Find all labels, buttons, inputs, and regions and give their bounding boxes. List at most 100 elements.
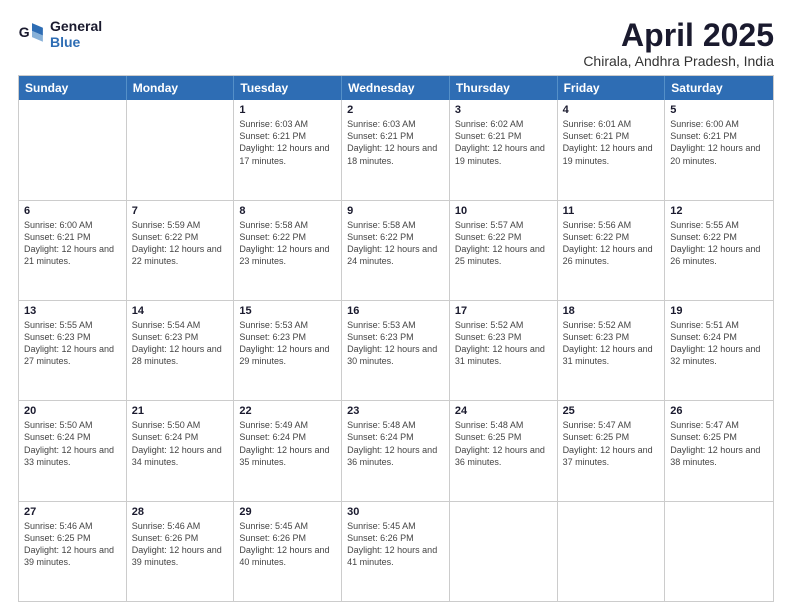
cal-week-2: 13 Sunrise: 5:55 AM Sunset: 6:23 PM Dayli… [19,300,773,400]
cell-info: Sunrise: 5:46 AM Sunset: 6:25 PM Dayligh… [24,520,121,569]
main-title: April 2025 [583,18,774,53]
day-number: 8 [239,205,336,217]
cal-cell [558,502,666,601]
cal-cell: 20 Sunrise: 5:50 AM Sunset: 6:24 PM Dayli… [19,401,127,500]
cal-cell: 3Sunrise: 6:02 AM Sunset: 6:21 PM Daylig… [450,100,558,199]
cal-cell: 29 Sunrise: 5:45 AM Sunset: 6:26 PM Dayli… [234,502,342,601]
cell-info: Sunrise: 5:58 AM Sunset: 6:22 PM Dayligh… [347,219,444,268]
cal-cell: 10Sunrise: 5:57 AM Sunset: 6:22 PM Dayli… [450,201,558,300]
day-number: 17 [455,305,552,317]
cal-cell: 14Sunrise: 5:54 AM Sunset: 6:23 PM Dayli… [127,301,235,400]
cal-header-tuesday: Tuesday [234,76,342,100]
cal-week-3: 20 Sunrise: 5:50 AM Sunset: 6:24 PM Dayli… [19,400,773,500]
cell-info: Sunrise: 5:55 AM Sunset: 6:22 PM Dayligh… [670,219,768,268]
cell-info: Sunrise: 5:48 AM Sunset: 6:24 PM Dayligh… [347,419,444,468]
subtitle: Chirala, Andhra Pradesh, India [583,53,774,69]
calendar-body: 1 Sunrise: 6:03 AM Sunset: 6:21 PM Daylig… [19,100,773,601]
cal-cell: 12 Sunrise: 5:55 AM Sunset: 6:22 PM Dayli… [665,201,773,300]
cal-cell: 8 Sunrise: 5:58 AM Sunset: 6:22 PM Daylig… [234,201,342,300]
day-number: 29 [239,506,336,518]
day-number: 5 [670,104,768,116]
cell-info: Sunrise: 6:03 AM Sunset: 6:21 PM Dayligh… [239,118,336,167]
page: G General Blue April 2025 Chirala, Andhr… [0,0,792,612]
day-number: 13 [24,305,121,317]
cell-info: Sunrise: 5:54 AM Sunset: 6:23 PM Dayligh… [132,319,229,368]
cell-info: Sunrise: 5:46 AM Sunset: 6:26 PM Dayligh… [132,520,229,569]
day-number: 9 [347,205,444,217]
cal-cell: 28Sunrise: 5:46 AM Sunset: 6:26 PM Dayli… [127,502,235,601]
cal-cell: 7Sunrise: 5:59 AM Sunset: 6:22 PM Daylig… [127,201,235,300]
cal-cell: 9 Sunrise: 5:58 AM Sunset: 6:22 PM Daylig… [342,201,450,300]
cell-info: Sunrise: 6:01 AM Sunset: 6:21 PM Dayligh… [563,118,660,167]
cal-cell: 5 Sunrise: 6:00 AM Sunset: 6:21 PM Daylig… [665,100,773,199]
cal-header-wednesday: Wednesday [342,76,450,100]
cal-cell: 25Sunrise: 5:47 AM Sunset: 6:25 PM Dayli… [558,401,666,500]
cal-cell: 30 Sunrise: 5:45 AM Sunset: 6:26 PM Dayli… [342,502,450,601]
cal-cell: 15 Sunrise: 5:53 AM Sunset: 6:23 PM Dayli… [234,301,342,400]
cal-cell: 22Sunrise: 5:49 AM Sunset: 6:24 PM Dayli… [234,401,342,500]
cal-header-sunday: Sunday [19,76,127,100]
cell-info: Sunrise: 5:47 AM Sunset: 6:25 PM Dayligh… [563,419,660,468]
day-number: 7 [132,205,229,217]
cell-info: Sunrise: 6:00 AM Sunset: 6:21 PM Dayligh… [670,118,768,167]
cal-cell: 23Sunrise: 5:48 AM Sunset: 6:24 PM Dayli… [342,401,450,500]
day-number: 10 [455,205,552,217]
cal-cell: 13 Sunrise: 5:55 AM Sunset: 6:23 PM Dayli… [19,301,127,400]
cal-cell: 17 Sunrise: 5:52 AM Sunset: 6:23 PM Dayli… [450,301,558,400]
cal-cell: 19 Sunrise: 5:51 AM Sunset: 6:24 PM Dayli… [665,301,773,400]
day-number: 1 [239,104,336,116]
day-number: 4 [563,104,660,116]
cell-info: Sunrise: 5:55 AM Sunset: 6:23 PM Dayligh… [24,319,121,368]
cal-week-4: 27Sunrise: 5:46 AM Sunset: 6:25 PM Dayli… [19,501,773,601]
cal-cell: 6 Sunrise: 6:00 AM Sunset: 6:21 PM Daylig… [19,201,127,300]
day-number: 11 [563,205,660,217]
day-number: 19 [670,305,768,317]
svg-text:G: G [19,24,30,40]
day-number: 6 [24,205,121,217]
calendar-header-row: SundayMondayTuesdayWednesdayThursdayFrid… [19,76,773,100]
cal-week-1: 6 Sunrise: 6:00 AM Sunset: 6:21 PM Daylig… [19,200,773,300]
cell-info: Sunrise: 5:45 AM Sunset: 6:26 PM Dayligh… [347,520,444,569]
header: G General Blue April 2025 Chirala, Andhr… [18,18,774,69]
cal-cell [127,100,235,199]
cal-cell: 26 Sunrise: 5:47 AM Sunset: 6:25 PM Dayli… [665,401,773,500]
cal-cell: 21 Sunrise: 5:50 AM Sunset: 6:24 PM Dayli… [127,401,235,500]
cell-info: Sunrise: 5:51 AM Sunset: 6:24 PM Dayligh… [670,319,768,368]
day-number: 18 [563,305,660,317]
cal-header-friday: Friday [558,76,666,100]
logo-text: General Blue [50,18,102,50]
cell-info: Sunrise: 6:03 AM Sunset: 6:21 PM Dayligh… [347,118,444,167]
calendar: SundayMondayTuesdayWednesdayThursdayFrid… [18,75,774,602]
day-number: 20 [24,405,121,417]
day-number: 16 [347,305,444,317]
cell-info: Sunrise: 5:45 AM Sunset: 6:26 PM Dayligh… [239,520,336,569]
cal-cell: 27Sunrise: 5:46 AM Sunset: 6:25 PM Dayli… [19,502,127,601]
cell-info: Sunrise: 6:00 AM Sunset: 6:21 PM Dayligh… [24,219,121,268]
day-number: 2 [347,104,444,116]
cell-info: Sunrise: 5:50 AM Sunset: 6:24 PM Dayligh… [24,419,121,468]
title-block: April 2025 Chirala, Andhra Pradesh, Indi… [583,18,774,69]
cal-header-saturday: Saturday [665,76,773,100]
day-number: 24 [455,405,552,417]
day-number: 15 [239,305,336,317]
day-number: 26 [670,405,768,417]
day-number: 30 [347,506,444,518]
cal-cell [19,100,127,199]
day-number: 21 [132,405,229,417]
cell-info: Sunrise: 5:53 AM Sunset: 6:23 PM Dayligh… [347,319,444,368]
logo: G General Blue [18,18,102,50]
cal-cell: 2 Sunrise: 6:03 AM Sunset: 6:21 PM Daylig… [342,100,450,199]
cal-cell: 1 Sunrise: 6:03 AM Sunset: 6:21 PM Daylig… [234,100,342,199]
cell-info: Sunrise: 5:50 AM Sunset: 6:24 PM Dayligh… [132,419,229,468]
cell-info: Sunrise: 5:56 AM Sunset: 6:22 PM Dayligh… [563,219,660,268]
cell-info: Sunrise: 5:52 AM Sunset: 6:23 PM Dayligh… [563,319,660,368]
cal-cell: 18 Sunrise: 5:52 AM Sunset: 6:23 PM Dayli… [558,301,666,400]
cell-info: Sunrise: 6:02 AM Sunset: 6:21 PM Dayligh… [455,118,552,167]
cell-info: Sunrise: 5:47 AM Sunset: 6:25 PM Dayligh… [670,419,768,468]
cell-info: Sunrise: 5:52 AM Sunset: 6:23 PM Dayligh… [455,319,552,368]
cell-info: Sunrise: 5:53 AM Sunset: 6:23 PM Dayligh… [239,319,336,368]
cell-info: Sunrise: 5:58 AM Sunset: 6:22 PM Dayligh… [239,219,336,268]
day-number: 12 [670,205,768,217]
cell-info: Sunrise: 5:49 AM Sunset: 6:24 PM Dayligh… [239,419,336,468]
logo-icon: G [18,20,46,48]
